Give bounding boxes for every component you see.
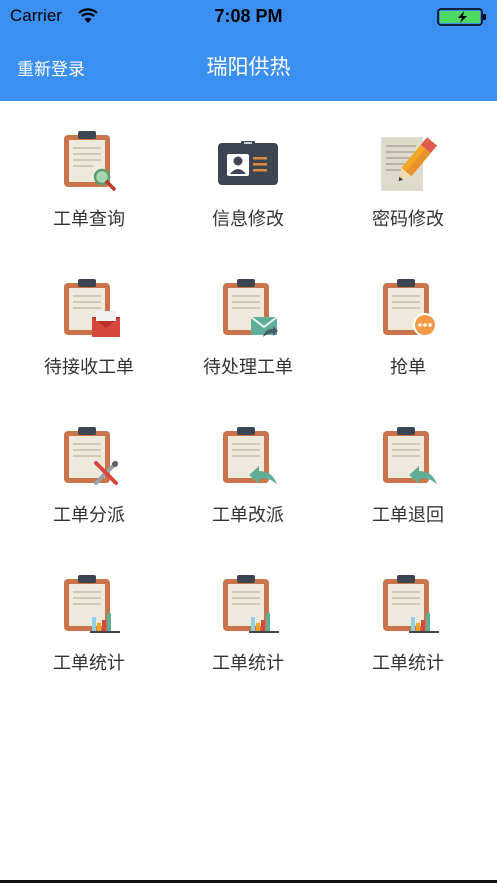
page-title: 瑞阳供热 <box>206 55 291 79</box>
menu-item-order-query[interactable]: 工单查询 <box>9 101 169 230</box>
bar-chart-icon <box>383 575 439 633</box>
menu-item-label: 工单分派 <box>53 505 125 526</box>
status-bar: Carrier 7:08 PM <box>0 0 497 34</box>
menu-item-reassign[interactable]: 工单改派 <box>168 397 328 526</box>
return-arrow-icon <box>383 427 437 485</box>
menu-item-label: 待接收工单 <box>44 357 134 378</box>
menu-item-label: 工单统计 <box>53 653 125 674</box>
menu-item-label: 工单统计 <box>212 653 284 674</box>
more-dots-icon <box>383 279 437 337</box>
tools-icon <box>64 427 118 485</box>
bar-chart-icon <box>223 575 279 633</box>
menu-item-dispatch[interactable]: 工单分派 <box>9 397 169 526</box>
menu-item-return[interactable]: 工单退回 <box>328 397 488 526</box>
clock: 7:08 PM <box>214 6 283 26</box>
menu-item-label: 待处理工单 <box>203 357 293 378</box>
menu-item-label: 密码修改 <box>372 209 444 230</box>
pencil-note-icon <box>381 137 438 191</box>
menu-item-label: 工单改派 <box>212 505 284 526</box>
menu-item-statistics[interactable]: 工单统计 <box>9 545 169 674</box>
battery-icon <box>437 8 486 26</box>
navigation-bar: 重新登录 瑞阳供热 <box>0 34 497 101</box>
menu-item-statistics[interactable]: 工单统计 <box>328 545 488 674</box>
menu-item-password-edit[interactable]: 密码修改 <box>328 101 488 230</box>
magnifier-icon <box>64 131 116 191</box>
return-arrow-icon <box>223 427 277 485</box>
forward-mail-icon <box>223 279 278 337</box>
menu-item-label: 工单查询 <box>53 209 125 230</box>
menu-item-label: 抢单 <box>390 357 426 378</box>
id-card-icon <box>218 141 278 185</box>
menu-item-info-edit[interactable]: 信息修改 <box>168 101 328 230</box>
menu-item-label: 信息修改 <box>212 209 284 230</box>
menu-item-statistics[interactable]: 工单统计 <box>168 545 328 674</box>
menu-item-pending-process[interactable]: 待处理工单 <box>168 249 328 378</box>
menu-item-label: 工单统计 <box>372 653 444 674</box>
bar-chart-icon <box>64 575 120 633</box>
menu-item-grab-order[interactable]: 抢单 <box>328 249 488 378</box>
menu-item-pending-receive[interactable]: 待接收工单 <box>9 249 169 378</box>
menu-item-label: 工单退回 <box>372 505 444 526</box>
mail-icon <box>64 279 120 337</box>
